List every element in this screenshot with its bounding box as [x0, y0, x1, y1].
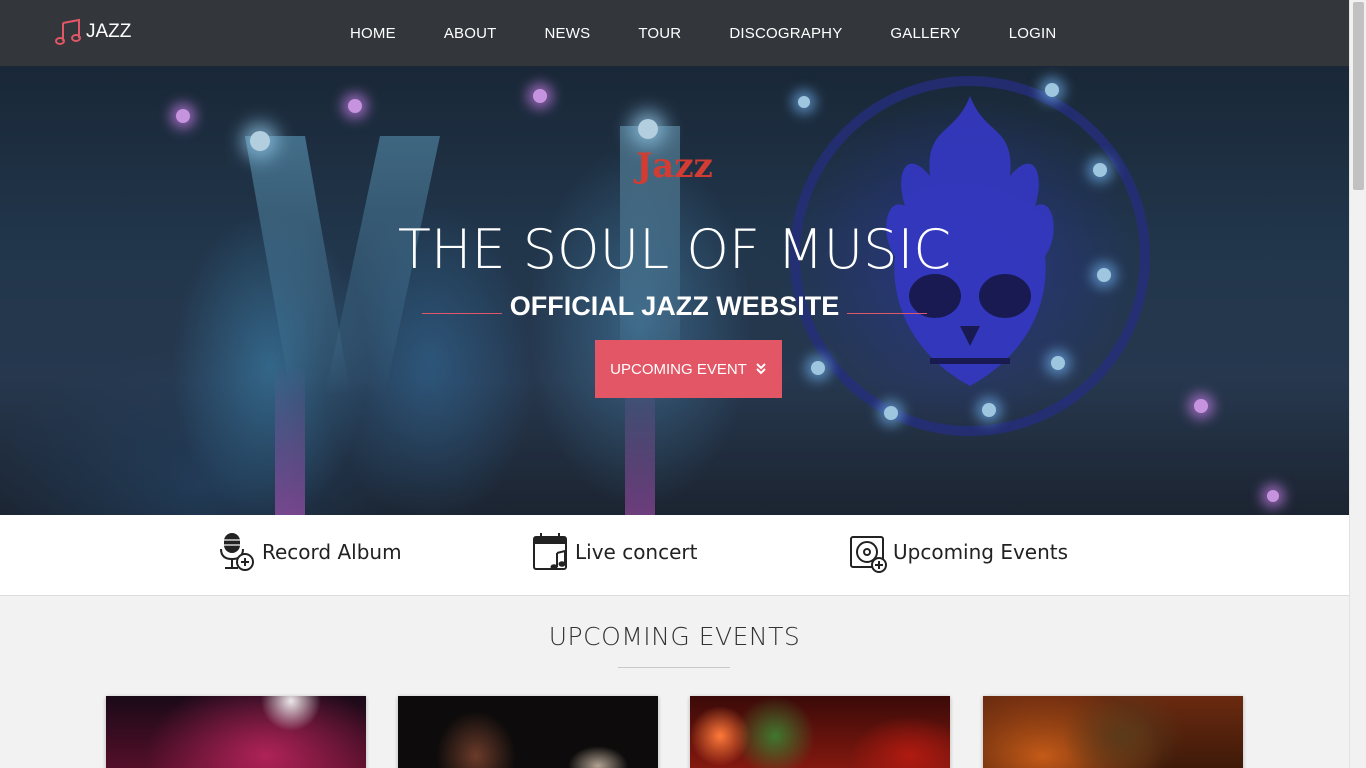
logo-text: JAZZ: [86, 21, 132, 42]
divider: [421, 313, 502, 314]
feature-label: Upcoming Events: [893, 540, 1069, 564]
calendar-music-icon: [533, 533, 567, 570]
event-image: [983, 696, 1243, 768]
nav-about[interactable]: ABOUT: [420, 25, 521, 42]
scrollbar-thumb[interactable]: [1353, 2, 1364, 190]
navbar: JAZZ HOME ABOUT NEWS TOUR DISCOGRAPHY GA…: [0, 0, 1349, 66]
nav-tour[interactable]: TOUR: [614, 25, 705, 42]
music-note-icon: [55, 18, 81, 45]
feature-label: Live concert: [575, 540, 698, 564]
feature-record-album[interactable]: Record Album: [218, 531, 402, 573]
disc-plus-icon: [850, 536, 887, 573]
event-card[interactable]: [690, 696, 950, 768]
features-bar: Record Album Live concert Upcoming Event…: [0, 515, 1349, 596]
hero-banner: Jazz THE SOUL OF MUSIC OFFICIAL JAZZ WEB…: [0, 66, 1349, 515]
page-scrollbar[interactable]: [1349, 0, 1366, 768]
nav-gallery[interactable]: GALLERY: [866, 25, 984, 42]
hero-title: THE SOUL OF MUSIC: [397, 218, 952, 281]
event-card[interactable]: [106, 696, 366, 768]
event-image: [690, 696, 950, 768]
event-card[interactable]: [398, 696, 658, 768]
nav-news[interactable]: NEWS: [521, 25, 615, 42]
hero-subtitle-row: OFFICIAL JAZZ WEBSITE: [0, 291, 1349, 322]
double-chevron-down-icon: [756, 363, 766, 375]
hero-brand: Jazz: [636, 146, 713, 186]
feature-upcoming-events[interactable]: Upcoming Events: [849, 531, 1068, 573]
upcoming-events-heading: UPCOMING EVENTS: [548, 622, 801, 651]
site-logo[interactable]: JAZZ: [54, 18, 131, 46]
event-image: [398, 696, 658, 768]
upcoming-event-label: UPCOMING EVENT: [610, 360, 747, 378]
nav-home[interactable]: HOME: [326, 25, 420, 42]
event-card[interactable]: [983, 696, 1243, 768]
nav-discography[interactable]: DISCOGRAPHY: [705, 25, 866, 42]
divider: [847, 313, 928, 314]
nav-menu: HOME ABOUT NEWS TOUR DISCOGRAPHY GALLERY…: [326, 0, 1080, 66]
nav-login[interactable]: LOGIN: [985, 25, 1081, 42]
hero-subtitle: OFFICIAL JAZZ WEBSITE: [509, 291, 840, 321]
section-divider: [618, 667, 730, 668]
upcoming-event-button[interactable]: UPCOMING EVENT: [595, 340, 782, 398]
feature-live-concert[interactable]: Live concert: [531, 531, 697, 573]
feature-label: Record Album: [262, 540, 402, 564]
microphone-plus-icon: [220, 533, 254, 571]
event-image: [106, 696, 366, 768]
